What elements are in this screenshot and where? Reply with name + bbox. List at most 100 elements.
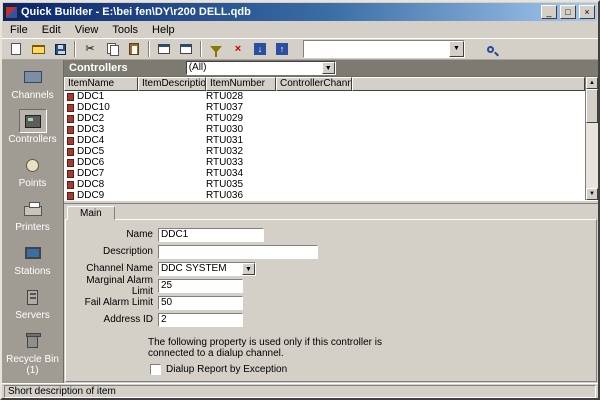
menu-edit[interactable]: Edit bbox=[35, 23, 68, 37]
item-view-button[interactable] bbox=[175, 39, 197, 59]
table-row[interactable]: DDC1 RTU028 bbox=[64, 91, 598, 102]
tab-main[interactable]: Main bbox=[67, 206, 115, 220]
stations-icon bbox=[25, 247, 41, 259]
controller-item-icon bbox=[67, 115, 74, 123]
sidebar-item-label: Servers bbox=[14, 310, 50, 321]
cell-itemnumber: RTU036 bbox=[206, 190, 276, 201]
paste-button[interactable] bbox=[123, 39, 145, 59]
table-row[interactable]: DDC2 RTU029 bbox=[64, 113, 598, 124]
sidebar-item-recycle-bin[interactable]: Recycle Bin (1) bbox=[2, 329, 63, 376]
cell-itemname: DDC7 bbox=[77, 168, 104, 179]
chevron-down-icon[interactable]: ▼ bbox=[322, 62, 335, 74]
table-row[interactable]: DDC4 RTU031 bbox=[64, 135, 598, 146]
upload-button[interactable]: ↑ bbox=[271, 39, 293, 59]
clear-filter-button[interactable]: × bbox=[227, 39, 249, 59]
sidebar-item-points[interactable]: Points bbox=[2, 153, 63, 189]
menu-help[interactable]: Help bbox=[145, 23, 182, 37]
status-bar: Short description of item bbox=[2, 383, 598, 398]
filter-button[interactable] bbox=[205, 39, 227, 59]
chevron-down-icon[interactable]: ▼ bbox=[449, 41, 464, 57]
table-row[interactable]: DDC8 RTU035 bbox=[64, 179, 598, 190]
maximize-button[interactable]: □ bbox=[560, 5, 576, 19]
scrollbar-thumb[interactable] bbox=[586, 89, 598, 123]
menu-file[interactable]: File bbox=[3, 23, 35, 37]
fail-alarm-limit-label: Fail Alarm Limit bbox=[66, 297, 158, 308]
save-button[interactable] bbox=[49, 39, 71, 59]
cell-itemname: DDC8 bbox=[77, 179, 104, 190]
main-pane: Controllers (All) ▼ ItemName ItemDescrip… bbox=[64, 60, 598, 383]
cut-button[interactable]: ✂ bbox=[79, 39, 101, 59]
recycle-bin-icon bbox=[27, 335, 38, 348]
find-button[interactable] bbox=[479, 39, 501, 59]
toolbar-combobox[interactable]: ▼ bbox=[303, 40, 465, 58]
vertical-scrollbar[interactable]: ▲ ▼ bbox=[585, 77, 598, 200]
table-row[interactable]: DDC6 RTU033 bbox=[64, 157, 598, 168]
toolbar-separator bbox=[148, 41, 150, 57]
toolbar-separator bbox=[74, 41, 76, 57]
cascade-view-button[interactable] bbox=[153, 39, 175, 59]
view-title: Controllers bbox=[69, 62, 128, 74]
fail-alarm-limit-field[interactable] bbox=[158, 296, 243, 310]
cell-itemnumber: RTU037 bbox=[206, 102, 276, 113]
sidebar-item-controllers[interactable]: Controllers bbox=[2, 109, 63, 145]
filter-combobox[interactable]: (All) ▼ bbox=[186, 61, 336, 75]
printers-icon bbox=[24, 206, 42, 216]
sidebar-item-channels[interactable]: Channels bbox=[2, 65, 63, 101]
sidebar-item-label: Points bbox=[18, 178, 48, 189]
download-arrow-icon: ↓ bbox=[254, 43, 266, 55]
column-header-itemnumber[interactable]: ItemNumber bbox=[206, 77, 276, 91]
sidebar-item-stations[interactable]: Stations bbox=[2, 241, 63, 277]
controller-item-icon bbox=[67, 148, 74, 156]
detail-pane: Main Name Description Channel Name DDC bbox=[64, 204, 598, 383]
description-label: Description bbox=[66, 246, 158, 257]
marginal-alarm-limit-field[interactable] bbox=[158, 279, 243, 293]
detail-form: Name Description Channel Name DDC SYSTEM… bbox=[65, 219, 597, 382]
controller-item-icon bbox=[67, 126, 74, 134]
table-row[interactable]: DDC3 RTU030 bbox=[64, 124, 598, 135]
column-header-itemname[interactable]: ItemName bbox=[64, 77, 138, 91]
scroll-down-icon[interactable]: ▼ bbox=[586, 188, 598, 200]
table-row[interactable]: DDC7 RTU034 bbox=[64, 168, 598, 179]
chevron-down-icon[interactable]: ▼ bbox=[242, 263, 255, 275]
sidebar-item-label: Stations bbox=[13, 266, 51, 277]
window-icon bbox=[158, 44, 170, 54]
name-field[interactable] bbox=[158, 228, 264, 242]
sidebar-item-printers[interactable]: Printers bbox=[2, 197, 63, 233]
table-row[interactable]: DDC9 RTU036 bbox=[64, 190, 598, 201]
channel-name-label: Channel Name bbox=[66, 263, 158, 274]
detail-tabs: Main bbox=[64, 204, 598, 219]
copy-button[interactable] bbox=[101, 39, 123, 59]
address-id-field[interactable] bbox=[158, 313, 243, 327]
column-header-controllerchannel[interactable]: ControllerChann... bbox=[276, 77, 352, 91]
column-header-itemdescription[interactable]: ItemDescription bbox=[138, 77, 206, 91]
address-id-label: Address ID bbox=[66, 314, 158, 325]
controllers-listview: ItemName ItemDescription ItemNumber Cont… bbox=[64, 76, 598, 200]
channel-name-select[interactable]: DDC SYSTEM ▼ bbox=[158, 262, 256, 276]
cell-itemnumber: RTU031 bbox=[206, 135, 276, 146]
download-button[interactable]: ↓ bbox=[249, 39, 271, 59]
description-field[interactable] bbox=[158, 245, 318, 259]
sidebar-item-label: Channels bbox=[10, 90, 54, 101]
open-button[interactable] bbox=[27, 39, 49, 59]
new-button[interactable] bbox=[5, 39, 27, 59]
view-header: Controllers (All) ▼ bbox=[64, 60, 598, 76]
controller-item-icon bbox=[67, 104, 74, 112]
save-disk-icon bbox=[55, 44, 66, 55]
menu-tools[interactable]: Tools bbox=[105, 23, 145, 37]
scissors-icon: ✂ bbox=[85, 44, 94, 55]
listview-header: ItemName ItemDescription ItemNumber Cont… bbox=[64, 77, 598, 91]
name-label: Name bbox=[66, 229, 158, 240]
dialup-report-checkbox[interactable] bbox=[150, 364, 161, 375]
toolbar-separator bbox=[200, 41, 202, 57]
table-row[interactable]: DDC5 RTU032 bbox=[64, 146, 598, 157]
sidebar-item-servers[interactable]: Servers bbox=[2, 285, 63, 321]
table-row[interactable]: DDC10 RTU037 bbox=[64, 102, 598, 113]
menu-view[interactable]: View bbox=[68, 23, 106, 37]
close-button[interactable]: × bbox=[579, 5, 595, 19]
scrollbar-track[interactable] bbox=[586, 89, 598, 188]
controller-item-icon bbox=[67, 181, 74, 189]
minimize-button[interactable]: _ bbox=[541, 5, 557, 19]
scroll-up-icon[interactable]: ▲ bbox=[586, 77, 598, 89]
servers-icon bbox=[27, 290, 38, 305]
cell-itemname: DDC1 bbox=[77, 91, 104, 102]
